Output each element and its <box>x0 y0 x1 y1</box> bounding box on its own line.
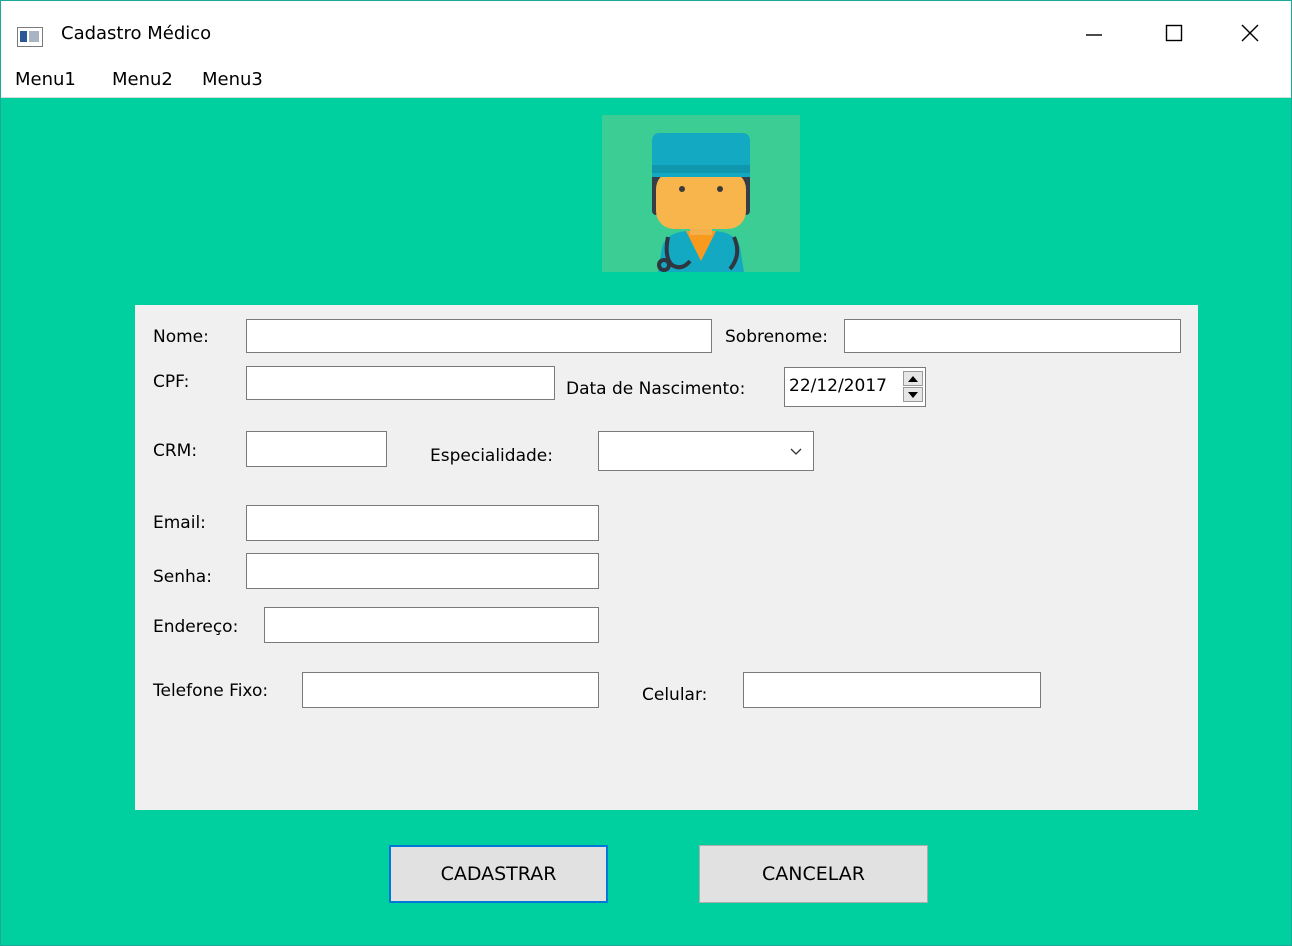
cpf-label: CPF: <box>153 372 190 392</box>
minimize-icon <box>1086 34 1102 36</box>
nome-field[interactable] <box>246 319 712 353</box>
chevron-down-icon <box>790 448 802 455</box>
data-nascimento-picker[interactable]: 22/12/2017 <box>784 367 926 407</box>
senha-label: Senha: <box>153 567 212 587</box>
cpf-field[interactable] <box>246 366 555 400</box>
spin-up-button[interactable] <box>903 371 923 386</box>
crm-field[interactable] <box>246 431 387 467</box>
menu-item-menu2[interactable]: Menu2 <box>112 69 173 90</box>
minimize-button[interactable] <box>1059 1 1129 65</box>
endereco-label: Endereço: <box>153 617 239 637</box>
close-button[interactable] <box>1215 1 1285 65</box>
sobrenome-field[interactable] <box>844 319 1181 353</box>
doctor-avatar-image <box>602 115 800 272</box>
nome-label: Nome: <box>153 327 209 347</box>
especialidade-dropdown[interactable] <box>598 431 814 471</box>
spin-down-button[interactable] <box>903 387 923 402</box>
arrow-down-icon <box>908 391 918 398</box>
maximize-button[interactable] <box>1139 1 1209 65</box>
data-nascimento-label: Data de Nascimento: <box>566 379 746 399</box>
cadastrar-button[interactable]: CADASTRAR <box>389 845 608 903</box>
app-window: Cadastro Médico Menu1 Menu2 Menu3 Nome: … <box>0 0 1292 946</box>
especialidade-label: Especialidade: <box>430 446 553 466</box>
data-nascimento-value: 22/12/2017 <box>789 376 887 396</box>
email-label: Email: <box>153 513 206 533</box>
form-panel: Nome: Sobrenome: CPF: Data de Nascimento… <box>135 305 1198 810</box>
menu-item-menu3[interactable]: Menu3 <box>202 69 263 90</box>
doctor-avatar-icon <box>652 133 750 272</box>
cancelar-button[interactable]: CANCELAR <box>699 845 928 903</box>
title-bar[interactable]: Cadastro Médico <box>1 1 1291 65</box>
arrow-up-icon <box>908 375 918 382</box>
app-icon <box>17 27 43 47</box>
celular-label: Celular: <box>642 685 708 705</box>
crm-label: CRM: <box>153 441 198 461</box>
email-field[interactable] <box>246 505 599 541</box>
maximize-icon <box>1165 24 1183 42</box>
telefone-fixo-field[interactable] <box>302 672 599 708</box>
date-spinner[interactable] <box>903 371 923 403</box>
endereco-field[interactable] <box>264 607 599 643</box>
close-icon <box>1241 24 1259 42</box>
menu-bar: Menu1 Menu2 Menu3 <box>1 65 1291 98</box>
sobrenome-label: Sobrenome: <box>725 327 828 347</box>
senha-field[interactable] <box>246 553 599 589</box>
menu-item-menu1[interactable]: Menu1 <box>15 69 76 90</box>
window-title: Cadastro Médico <box>61 23 212 44</box>
celular-field[interactable] <box>743 672 1041 708</box>
telefone-fixo-label: Telefone Fixo: <box>153 681 269 701</box>
